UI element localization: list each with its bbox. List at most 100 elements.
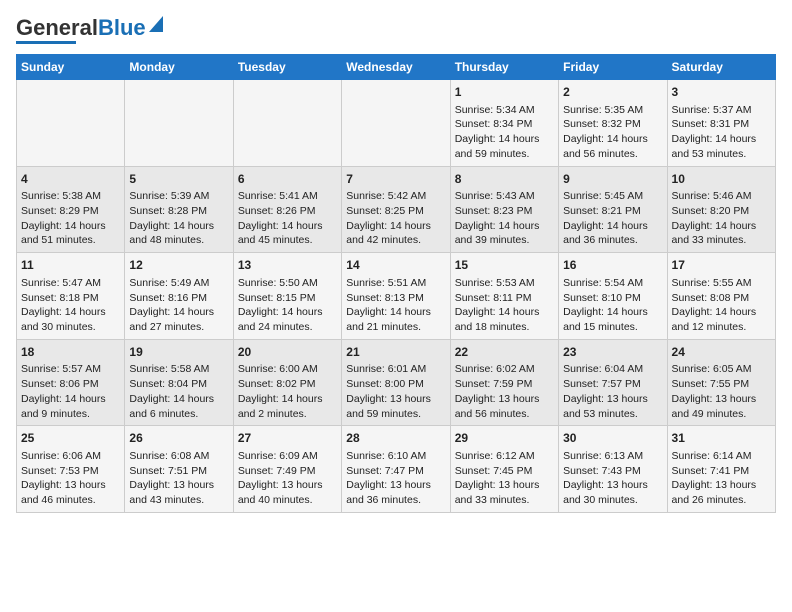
calendar-cell: 22Sunrise: 6:02 AM Sunset: 7:59 PM Dayli… [450, 339, 558, 426]
calendar-cell: 6Sunrise: 5:41 AM Sunset: 8:26 PM Daylig… [233, 166, 341, 253]
day-number: 21 [346, 344, 445, 361]
day-info: Sunrise: 6:10 AM Sunset: 7:47 PM Dayligh… [346, 449, 445, 508]
day-number: 3 [672, 84, 771, 101]
day-info: Sunrise: 5:39 AM Sunset: 8:28 PM Dayligh… [129, 189, 228, 248]
calendar-cell: 15 Sunrise: 5:53 AM Sunset: 8:11 PM Dayli… [450, 253, 558, 340]
day-info: Sunrise: 6:01 AM Sunset: 8:00 PM Dayligh… [346, 362, 445, 421]
day-info: Sunrise: 6:08 AM Sunset: 7:51 PM Dayligh… [129, 449, 228, 508]
header-row: SundayMondayTuesdayWednesdayThursdayFrid… [17, 55, 776, 80]
day-number: 12 [129, 257, 228, 274]
day-info: Sunrise: 5:51 AM Sunset: 8:13 PM Dayligh… [346, 276, 445, 335]
header-cell-saturday: Saturday [667, 55, 775, 80]
calendar-cell: 11Sunrise: 5:47 AM Sunset: 8:18 PM Dayli… [17, 253, 125, 340]
calendar-cell: 3 Sunrise: 5:37 AM Sunset: 8:31 PM Daylig… [667, 80, 775, 167]
calendar-cell: 23Sunrise: 6:04 AM Sunset: 7:57 PM Dayli… [559, 339, 667, 426]
calendar-cell: 14Sunrise: 5:51 AM Sunset: 8:13 PM Dayli… [342, 253, 450, 340]
calendar-cell: 4Sunrise: 5:38 AM Sunset: 8:29 PM Daylig… [17, 166, 125, 253]
calendar-cell: 1Sunrise: 5:34 AM Sunset: 8:34 PM Daylig… [450, 80, 558, 167]
week-row-2: 4Sunrise: 5:38 AM Sunset: 8:29 PM Daylig… [17, 166, 776, 253]
day-info: Sunrise: 5:43 AM Sunset: 8:23 PM Dayligh… [455, 189, 554, 248]
day-number: 10 [672, 171, 771, 188]
day-number: 19 [129, 344, 228, 361]
calendar-cell: 7Sunrise: 5:42 AM Sunset: 8:25 PM Daylig… [342, 166, 450, 253]
day-info: Sunrise: 5:54 AM Sunset: 8:10 PM Dayligh… [563, 276, 662, 335]
day-number: 22 [455, 344, 554, 361]
day-number: 13 [238, 257, 337, 274]
day-number: 25 [21, 430, 120, 447]
calendar-cell: 20Sunrise: 6:00 AM Sunset: 8:02 PM Dayli… [233, 339, 341, 426]
calendar-cell: 26 Sunrise: 6:08 AM Sunset: 7:51 PM Dayli… [125, 426, 233, 513]
day-number: 2 [563, 84, 662, 101]
day-number: 8 [455, 171, 554, 188]
day-number: 5 [129, 171, 228, 188]
calendar-cell: 10Sunrise: 5:46 AM Sunset: 8:20 PM Dayli… [667, 166, 775, 253]
calendar-cell: 29 Sunrise: 6:12 AM Sunset: 7:45 PM Dayli… [450, 426, 558, 513]
header-cell-thursday: Thursday [450, 55, 558, 80]
logo: GeneralBlue [16, 16, 163, 44]
calendar-cell [17, 80, 125, 167]
calendar-cell: 2 Sunrise: 5:35 AM Sunset: 8:32 PM Daylig… [559, 80, 667, 167]
day-info: Sunrise: 5:37 AM Sunset: 8:31 PM Dayligh… [672, 103, 771, 162]
calendar-cell: 17Sunrise: 5:55 AM Sunset: 8:08 PM Dayli… [667, 253, 775, 340]
calendar-cell [125, 80, 233, 167]
day-info: Sunrise: 5:50 AM Sunset: 8:15 PM Dayligh… [238, 276, 337, 335]
day-info: Sunrise: 6:14 AM Sunset: 7:41 PM Dayligh… [672, 449, 771, 508]
week-row-3: 11Sunrise: 5:47 AM Sunset: 8:18 PM Dayli… [17, 253, 776, 340]
day-number: 28 [346, 430, 445, 447]
calendar-cell: 8Sunrise: 5:43 AM Sunset: 8:23 PM Daylig… [450, 166, 558, 253]
day-info: Sunrise: 5:45 AM Sunset: 8:21 PM Dayligh… [563, 189, 662, 248]
day-info: Sunrise: 5:41 AM Sunset: 8:26 PM Dayligh… [238, 189, 337, 248]
day-number: 9 [563, 171, 662, 188]
day-info: Sunrise: 6:02 AM Sunset: 7:59 PM Dayligh… [455, 362, 554, 421]
calendar-cell: 5Sunrise: 5:39 AM Sunset: 8:28 PM Daylig… [125, 166, 233, 253]
calendar-cell [233, 80, 341, 167]
logo-triangle-icon [149, 16, 163, 37]
day-info: Sunrise: 6:00 AM Sunset: 8:02 PM Dayligh… [238, 362, 337, 421]
day-number: 26 [129, 430, 228, 447]
header-cell-wednesday: Wednesday [342, 55, 450, 80]
week-row-1: 1Sunrise: 5:34 AM Sunset: 8:34 PM Daylig… [17, 80, 776, 167]
header-cell-sunday: Sunday [17, 55, 125, 80]
header-cell-monday: Monday [125, 55, 233, 80]
day-number: 24 [672, 344, 771, 361]
week-row-5: 25Sunrise: 6:06 AM Sunset: 7:53 PM Dayli… [17, 426, 776, 513]
day-number: 23 [563, 344, 662, 361]
day-number: 4 [21, 171, 120, 188]
day-info: Sunrise: 6:09 AM Sunset: 7:49 PM Dayligh… [238, 449, 337, 508]
day-info: Sunrise: 5:46 AM Sunset: 8:20 PM Dayligh… [672, 189, 771, 248]
calendar-cell: 28 Sunrise: 6:10 AM Sunset: 7:47 PM Dayli… [342, 426, 450, 513]
day-number: 1 [455, 84, 554, 101]
week-row-4: 18Sunrise: 5:57 AM Sunset: 8:06 PM Dayli… [17, 339, 776, 426]
day-number: 30 [563, 430, 662, 447]
day-info: Sunrise: 6:13 AM Sunset: 7:43 PM Dayligh… [563, 449, 662, 508]
calendar-cell: 16Sunrise: 5:54 AM Sunset: 8:10 PM Dayli… [559, 253, 667, 340]
day-info: Sunrise: 5:55 AM Sunset: 8:08 PM Dayligh… [672, 276, 771, 335]
calendar-cell: 24Sunrise: 6:05 AM Sunset: 7:55 PM Dayli… [667, 339, 775, 426]
day-info: Sunrise: 5:42 AM Sunset: 8:25 PM Dayligh… [346, 189, 445, 248]
calendar-cell: 9Sunrise: 5:45 AM Sunset: 8:21 PM Daylig… [559, 166, 667, 253]
day-info: Sunrise: 5:49 AM Sunset: 8:16 PM Dayligh… [129, 276, 228, 335]
day-number: 27 [238, 430, 337, 447]
calendar-cell: 25Sunrise: 6:06 AM Sunset: 7:53 PM Dayli… [17, 426, 125, 513]
calendar-cell [342, 80, 450, 167]
calendar-table: SundayMondayTuesdayWednesdayThursdayFrid… [16, 54, 776, 513]
calendar-cell: 12 Sunrise: 5:49 AM Sunset: 8:16 PM Dayli… [125, 253, 233, 340]
day-info: Sunrise: 6:05 AM Sunset: 7:55 PM Dayligh… [672, 362, 771, 421]
day-number: 29 [455, 430, 554, 447]
day-info: Sunrise: 6:12 AM Sunset: 7:45 PM Dayligh… [455, 449, 554, 508]
header-cell-friday: Friday [559, 55, 667, 80]
day-info: Sunrise: 5:53 AM Sunset: 8:11 PM Dayligh… [455, 276, 554, 335]
calendar-cell: 19Sunrise: 5:58 AM Sunset: 8:04 PM Dayli… [125, 339, 233, 426]
day-info: Sunrise: 5:38 AM Sunset: 8:29 PM Dayligh… [21, 189, 120, 248]
calendar-cell: 30 Sunrise: 6:13 AM Sunset: 7:43 PM Dayli… [559, 426, 667, 513]
day-info: Sunrise: 5:58 AM Sunset: 8:04 PM Dayligh… [129, 362, 228, 421]
calendar-cell: 13 Sunrise: 5:50 AM Sunset: 8:15 PM Dayli… [233, 253, 341, 340]
day-info: Sunrise: 5:35 AM Sunset: 8:32 PM Dayligh… [563, 103, 662, 162]
calendar-cell: 31 Sunrise: 6:14 AM Sunset: 7:41 PM Dayli… [667, 426, 775, 513]
calendar-cell: 18Sunrise: 5:57 AM Sunset: 8:06 PM Dayli… [17, 339, 125, 426]
day-number: 6 [238, 171, 337, 188]
calendar-cell: 27 Sunrise: 6:09 AM Sunset: 7:49 PM Dayli… [233, 426, 341, 513]
day-info: Sunrise: 5:47 AM Sunset: 8:18 PM Dayligh… [21, 276, 120, 335]
day-number: 15 [455, 257, 554, 274]
day-number: 31 [672, 430, 771, 447]
